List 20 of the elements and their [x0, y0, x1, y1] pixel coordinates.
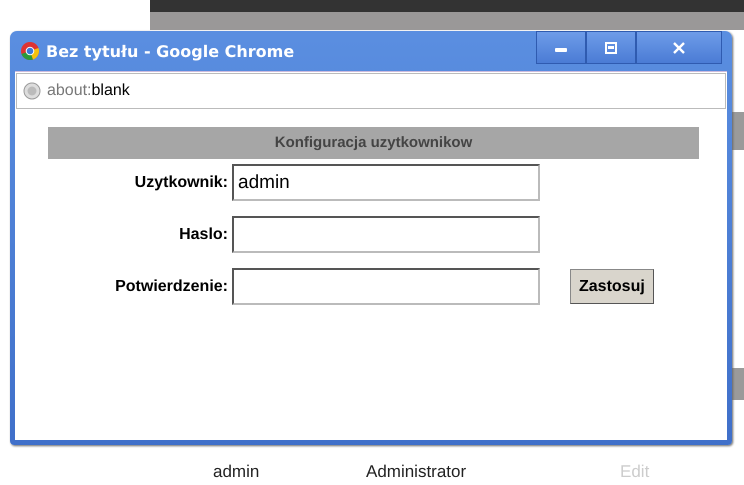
globe-icon [23, 82, 41, 100]
maximize-icon [605, 42, 617, 54]
window-title: Bez tytułu - Google Chrome [46, 42, 294, 60]
field-label: Potwierdzenie: [114, 278, 229, 296]
input-field[interactable]: admin [232, 164, 540, 201]
field-label: Haslo: [178, 226, 229, 244]
user-login-text: admin [213, 462, 260, 482]
browser-logo-icon [20, 41, 40, 61]
input-field[interactable] [232, 216, 540, 253]
maximize-button[interactable] [586, 31, 636, 64]
user-role-text: Administrator [366, 462, 466, 482]
input-field[interactable] [232, 268, 540, 305]
address-text: about:blank [47, 82, 130, 100]
field-label: Uzytkownik: [134, 174, 229, 192]
close-button[interactable] [636, 31, 722, 64]
apply-button[interactable]: Zastosuj [570, 269, 654, 304]
address-bar[interactable]: about:blank [16, 73, 726, 109]
close-icon [672, 42, 686, 54]
minimize-button[interactable] [536, 31, 586, 64]
form-heading: Konfiguracja uzytkownikow [48, 127, 699, 159]
